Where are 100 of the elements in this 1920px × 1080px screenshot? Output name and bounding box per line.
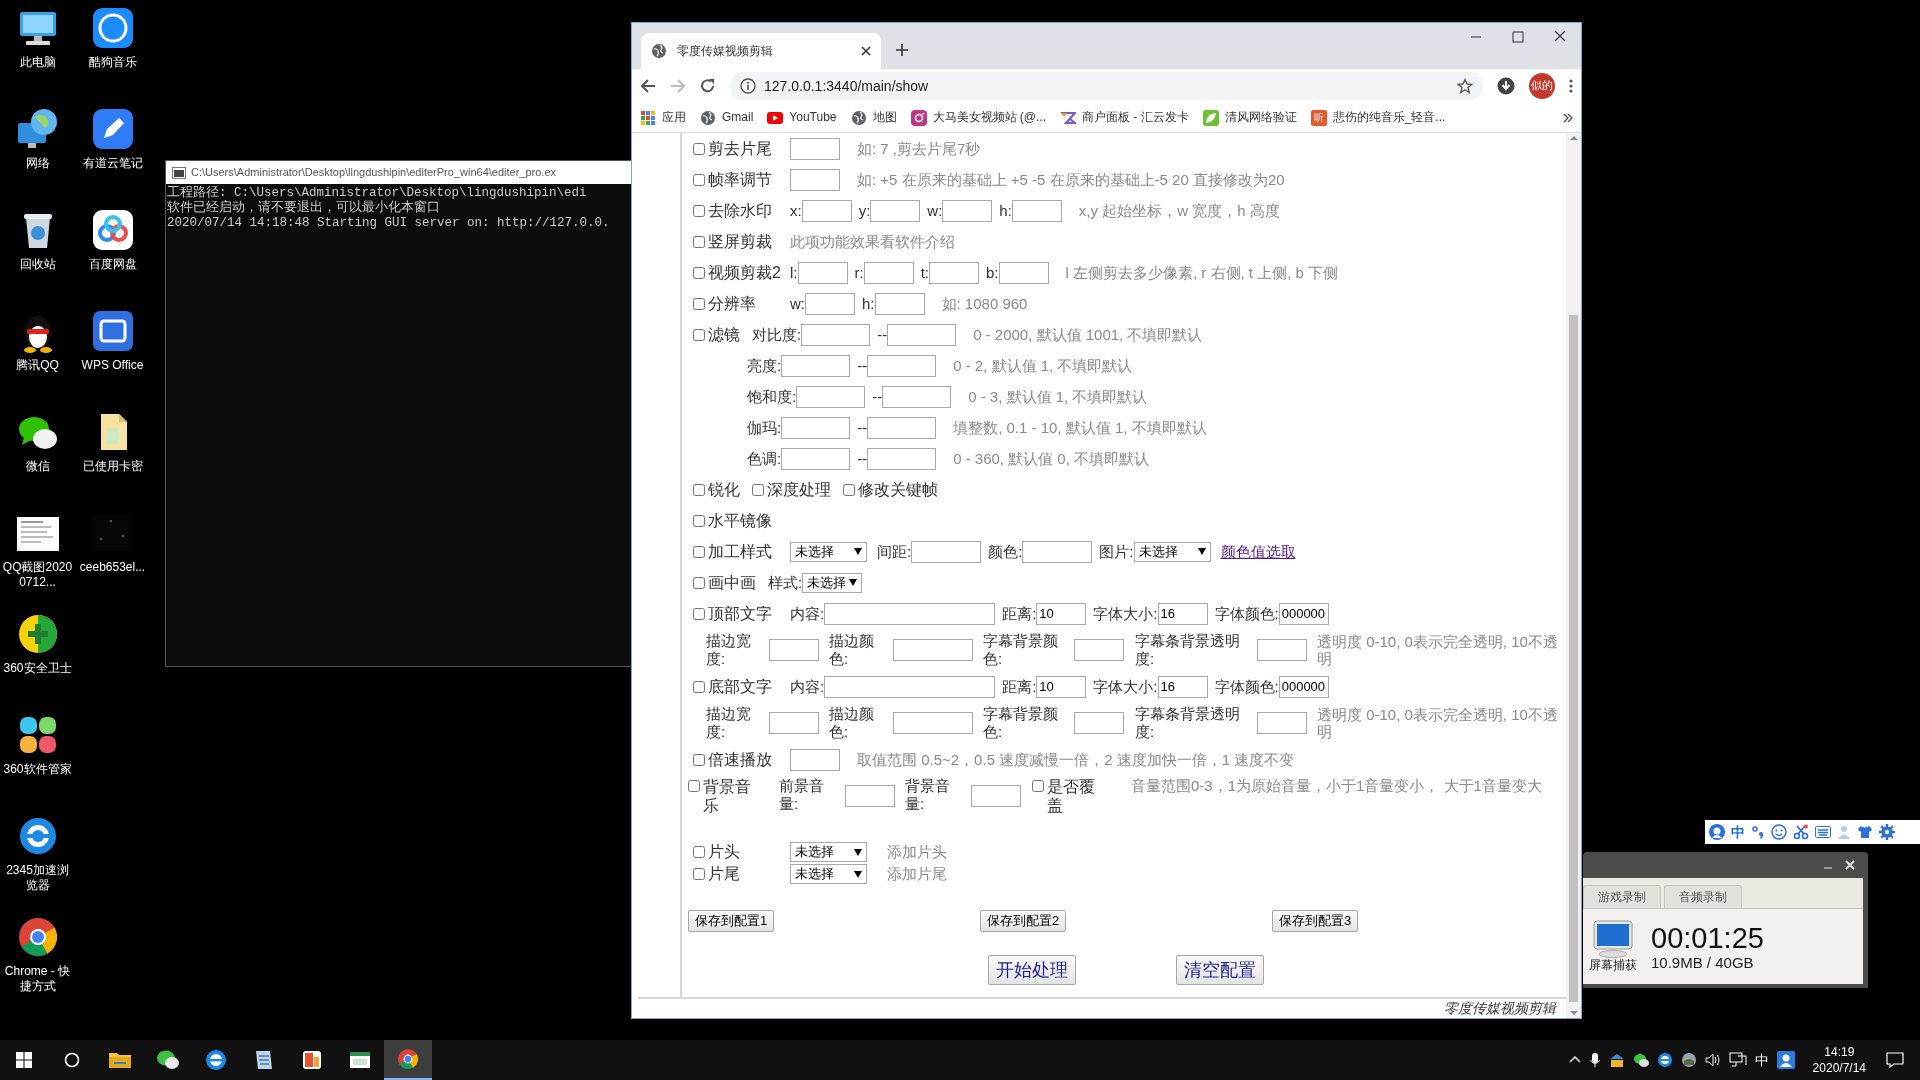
- monitor-icon[interactable]: [1591, 920, 1635, 959]
- checkbox[interactable]: [693, 607, 705, 620]
- tab[interactable]: 游戏录制: [1583, 884, 1661, 908]
- globe-icon[interactable]: [1680, 1052, 1697, 1068]
- bookmark[interactable]: Gmail: [700, 109, 754, 126]
- text-field[interactable]: [781, 416, 851, 439]
- text-link[interactable]: 颜色值选取: [1220, 542, 1296, 561]
- text-field[interactable]: [801, 199, 852, 222]
- text-field[interactable]: [769, 639, 819, 661]
- tab[interactable]: 音频录制: [1664, 884, 1742, 908]
- text-field[interactable]: 000000: [1278, 602, 1329, 625]
- save-button[interactable]: 保存到配置2: [980, 910, 1067, 932]
- text-field[interactable]: [796, 385, 866, 408]
- text-field[interactable]: [998, 261, 1049, 284]
- text-field[interactable]: [805, 292, 855, 315]
- bookmark[interactable]: 应用: [640, 109, 686, 126]
- save-button[interactable]: 保存到配置1: [688, 910, 775, 932]
- text-field[interactable]: [824, 602, 996, 625]
- shirt-icon[interactable]: [1857, 825, 1873, 839]
- text-field[interactable]: [801, 323, 871, 346]
- icon-label[interactable]: 腾讯QQ: [16, 358, 59, 373]
- chat-icon[interactable]: [1632, 1052, 1649, 1068]
- checkbox[interactable]: [693, 142, 705, 155]
- microphone-icon[interactable]: [1588, 1052, 1601, 1068]
- clock[interactable]: 14:19 2020/7/14: [1812, 1044, 1866, 1076]
- checkbox[interactable]: [752, 483, 764, 496]
- close-icon[interactable]: [861, 46, 871, 56]
- checkbox[interactable]: [693, 576, 705, 589]
- icon-label[interactable]: QQ截图20200712...: [0, 560, 75, 590]
- icon-label[interactable]: 360软件管家: [3, 762, 72, 777]
- profile-avatar[interactable]: 似的: [1529, 73, 1555, 99]
- dropdown[interactable]: 未选择: [802, 572, 863, 593]
- text-field[interactable]: 16: [1157, 602, 1208, 625]
- checkbox[interactable]: [693, 545, 705, 558]
- download-icon[interactable]: [1497, 77, 1515, 95]
- new-tab-icon[interactable]: [895, 43, 909, 57]
- text-field[interactable]: [1257, 639, 1307, 661]
- checkbox[interactable]: [693, 297, 705, 310]
- settings-icon[interactable]: [1879, 824, 1895, 840]
- icon-label[interactable]: ceeb653el...: [79, 560, 146, 575]
- icon-label[interactable]: 360安全卫士: [3, 661, 72, 676]
- icon-label[interactable]: 百度网盘: [88, 257, 137, 272]
- checkbox[interactable]: [693, 266, 705, 279]
- back-arrow-icon[interactable]: [640, 78, 656, 94]
- text-field[interactable]: [867, 447, 937, 470]
- chevron-icon[interactable]: [1563, 112, 1573, 123]
- text-field[interactable]: [863, 261, 914, 284]
- icon-label[interactable]: 微信: [25, 459, 50, 474]
- text-field[interactable]: [1074, 639, 1124, 661]
- app-icon[interactable]: [1608, 1052, 1625, 1068]
- scroll-thumb[interactable]: [1569, 315, 1578, 1002]
- browser-icon[interactable]: [1656, 1052, 1673, 1068]
- bookmark[interactable]: 听 悲伤的纯音乐_轻音...: [1310, 109, 1446, 126]
- scroll-up-icon[interactable]: [1569, 133, 1578, 143]
- language-indicator[interactable]: 中: [1731, 823, 1745, 841]
- text-field[interactable]: [867, 416, 937, 439]
- checkbox[interactable]: [693, 753, 705, 766]
- dropdown[interactable]: 未选择: [1133, 541, 1211, 562]
- icon-label[interactable]: 已使用卡密: [82, 459, 143, 474]
- icon-label[interactable]: 酷狗音乐: [88, 55, 137, 70]
- text-field[interactable]: [882, 385, 952, 408]
- text-field[interactable]: 16: [1157, 675, 1208, 698]
- icon-label[interactable]: WPS Office: [81, 358, 144, 373]
- scrollbar[interactable]: [1566, 133, 1581, 1018]
- checkbox[interactable]: [693, 483, 705, 496]
- address-bar[interactable]: 127.0.0.1:3440/main/show: [730, 72, 1483, 100]
- star-icon[interactable]: [1457, 78, 1473, 94]
- save-button[interactable]: 保存到配置3: [1272, 910, 1359, 932]
- checkbox[interactable]: [693, 173, 705, 186]
- text-field[interactable]: [790, 168, 840, 191]
- text-field[interactable]: [942, 199, 993, 222]
- bookmark[interactable]: YouTube: [767, 109, 837, 126]
- icon-label[interactable]: 回收站: [19, 257, 56, 272]
- smiley-icon[interactable]: [1771, 824, 1787, 840]
- bookmark[interactable]: 清风网络验证: [1202, 109, 1297, 126]
- checkbox[interactable]: [693, 680, 705, 693]
- text-field[interactable]: [870, 199, 921, 222]
- bookmark[interactable]: 地图: [850, 109, 897, 126]
- text-field[interactable]: [790, 137, 840, 160]
- bookmark[interactable]: 商户面板 - 汇云发卡: [1060, 109, 1189, 126]
- checkbox[interactable]: [688, 780, 700, 792]
- text-field[interactable]: [790, 748, 840, 771]
- text-field[interactable]: [874, 292, 925, 315]
- checkbox[interactable]: [693, 235, 705, 248]
- speaker-icon[interactable]: [1704, 1052, 1721, 1068]
- icon-label[interactable]: Chrome - 快捷方式: [0, 964, 75, 994]
- browser-tab[interactable]: 零度传媒视频剪辑: [641, 33, 881, 69]
- checkbox[interactable]: [693, 868, 705, 880]
- reload-icon[interactable]: [700, 78, 716, 94]
- text-field[interactable]: [797, 261, 848, 284]
- text-field[interactable]: [867, 354, 937, 377]
- keyboard-icon[interactable]: [1815, 826, 1831, 838]
- text-field[interactable]: [1011, 199, 1062, 222]
- scroll-down-icon[interactable]: [1569, 1008, 1578, 1018]
- icon-label[interactable]: 此电脑: [19, 55, 56, 70]
- scissors-icon[interactable]: [1793, 824, 1809, 840]
- dropdown[interactable]: 未选择: [790, 842, 867, 862]
- notification-icon[interactable]: [1886, 1052, 1904, 1068]
- checkbox[interactable]: [693, 514, 705, 527]
- dropdown[interactable]: 未选择: [790, 864, 867, 884]
